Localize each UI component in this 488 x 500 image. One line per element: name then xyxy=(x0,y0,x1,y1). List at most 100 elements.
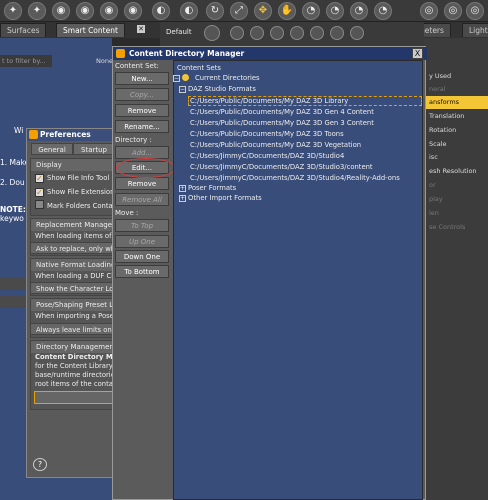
param-item[interactable]: or xyxy=(424,179,488,192)
move-icon[interactable]: ✥ xyxy=(254,2,272,20)
fit-icon[interactable] xyxy=(310,26,324,40)
tree-node-daz-formats[interactable]: − DAZ Studio Formats xyxy=(179,85,256,94)
param-item[interactable]: neral xyxy=(424,83,488,96)
show-file-info-checkbox[interactable]: ✓ Show File Info Tool xyxy=(30,172,120,184)
tree-dir-item[interactable]: C:/Users/JimmyC/Documents/DAZ 3D/Studio4 xyxy=(190,152,344,161)
down-one-button[interactable]: Down One xyxy=(115,250,169,263)
expand-icon[interactable]: + xyxy=(179,185,186,192)
collapse-icon[interactable]: − xyxy=(173,75,180,82)
always-leave-select[interactable]: Always leave limits on xyxy=(30,323,120,335)
root-items-text: root items of the contain xyxy=(35,380,120,388)
to-bottom-button[interactable]: To Bottom xyxy=(115,265,169,278)
param-item[interactable]: Translation xyxy=(424,110,488,123)
tool-icon[interactable]: ◉ xyxy=(76,2,94,20)
copy-set-button[interactable]: Copy... xyxy=(115,88,169,101)
tool-icon[interactable]: ◔ xyxy=(302,2,320,20)
tree-dir-item[interactable]: C:/Users/JimmyC/Documents/DAZ 3D/Studio4… xyxy=(190,174,400,183)
show-file-ext-checkbox[interactable]: ✓ Show File Extension xyxy=(30,186,120,198)
rotate-icon[interactable]: ↻ xyxy=(206,2,224,20)
remove-directory-button[interactable]: Remove xyxy=(115,177,169,190)
tool-icon[interactable]: ◉ xyxy=(100,2,118,20)
tool-icon[interactable]: ◎ xyxy=(420,2,438,20)
home-icon[interactable] xyxy=(330,26,344,40)
tree-dir-item[interactable]: C:/Users/Public/Documents/My DAZ 3D Toon… xyxy=(190,130,344,139)
tab-surfaces[interactable]: Surfaces xyxy=(0,23,47,37)
scale-icon[interactable]: ⤢ xyxy=(230,2,248,20)
tree-dir-item[interactable]: C:/Users/Public/Documents/My DAZ 3D Libr… xyxy=(190,97,348,106)
active-set-icon xyxy=(182,74,189,81)
up-one-button[interactable]: Up One xyxy=(115,235,169,248)
tree-node-label: Other Import Formats xyxy=(188,194,262,202)
show-file-info-label: Show File Info Tool xyxy=(47,174,110,182)
checkbox-icon xyxy=(35,200,44,209)
tool-icon[interactable]: ✦ xyxy=(28,2,46,20)
when-importing-pose-text: When importing a Pose/S xyxy=(35,312,120,320)
close-tab-icon[interactable]: ✕ xyxy=(137,25,145,33)
note-label: NOTE: xyxy=(0,205,26,214)
help-icon[interactable]: ? xyxy=(33,458,47,471)
tool-icon[interactable]: ◉ xyxy=(124,2,142,20)
tool-icon[interactable]: ◎ xyxy=(444,2,462,20)
param-item[interactable]: esh Resolution xyxy=(424,165,488,178)
tool-icon[interactable]: ✦ xyxy=(4,2,22,20)
when-loading-duf-text: When loading a DUF Ch xyxy=(35,272,116,280)
expand-icon[interactable]: + xyxy=(179,195,186,202)
param-item-transforms[interactable]: ansforms xyxy=(424,96,488,109)
add-directory-button[interactable]: Add... xyxy=(115,146,169,159)
tree-node-poser-formats[interactable]: + Poser Formats xyxy=(179,184,236,193)
pan-icon[interactable] xyxy=(230,26,244,40)
keyword-text: keywo xyxy=(0,214,24,223)
new-set-button[interactable]: New... xyxy=(115,72,169,85)
param-item[interactable]: isc xyxy=(424,151,488,164)
param-item[interactable]: Rotation xyxy=(424,124,488,137)
tool-icon[interactable]: ✋ xyxy=(278,2,296,20)
zoom-icon[interactable] xyxy=(270,26,284,40)
param-item[interactable]: len xyxy=(424,207,488,220)
checkmark-icon: ✓ xyxy=(35,188,44,197)
cdm-title-text: Content Directory Manager xyxy=(129,49,245,58)
orbit-icon[interactable] xyxy=(250,26,264,40)
cdm-open-button[interactable] xyxy=(34,391,118,404)
close-icon[interactable]: X xyxy=(412,48,423,59)
view-icon[interactable] xyxy=(204,25,220,41)
tree-node-other-formats[interactable]: + Other Import Formats xyxy=(179,194,262,203)
remove-set-button[interactable]: Remove xyxy=(115,104,169,117)
tool-icon[interactable]: ◐ xyxy=(180,2,198,20)
filter-input[interactable]: t to filter by... xyxy=(0,55,52,67)
ask-replace-select[interactable]: Ask to replace, only wh xyxy=(30,242,120,254)
collapse-icon[interactable]: − xyxy=(179,86,186,93)
tool-icon[interactable]: ◉ xyxy=(52,2,70,20)
cdm-title-bar: Content Directory Manager xyxy=(113,47,427,60)
tool-icon[interactable]: ◐ xyxy=(152,2,170,20)
up-icon[interactable] xyxy=(350,26,364,40)
tree-dir-item[interactable]: C:/Users/Public/Documents/My DAZ 3D Vege… xyxy=(190,141,361,150)
tool-icon[interactable]: ◎ xyxy=(466,2,484,20)
param-item[interactable]: Scale xyxy=(424,138,488,151)
tool-icon[interactable]: ◔ xyxy=(326,2,344,20)
tab-smart-content[interactable]: Smart Content xyxy=(56,23,125,37)
param-item[interactable]: y Used xyxy=(424,70,488,83)
param-item[interactable]: play xyxy=(424,193,488,206)
mark-folders-checkbox[interactable]: Mark Folders Conta xyxy=(30,200,120,212)
tool-icon[interactable]: ◔ xyxy=(374,2,392,20)
none-label: None xyxy=(96,57,113,65)
checkmark-icon: ✓ xyxy=(35,174,44,183)
tree-dir-item[interactable]: C:/Users/Public/Documents/My DAZ 3D Gen … xyxy=(190,119,374,128)
tree-dir-item[interactable]: C:/Users/JimmyC/Documents/DAZ 3D/Studio3… xyxy=(190,163,373,172)
to-top-button[interactable]: To Top xyxy=(115,219,169,232)
remove-all-button[interactable]: Remove All xyxy=(115,193,169,206)
tree-dir-item[interactable]: C:/Users/Public/Documents/My DAZ 3D Gen … xyxy=(190,108,374,117)
tab-general[interactable]: General xyxy=(31,143,73,155)
left-bar xyxy=(0,296,26,308)
camera-label[interactable]: Default xyxy=(166,28,192,36)
rename-set-button[interactable]: Rename... xyxy=(115,120,169,133)
tab-lights[interactable]: Light xyxy=(462,23,488,37)
tree-node-current[interactable]: − Current Directories xyxy=(173,74,260,83)
wi-label: Wi xyxy=(14,126,24,135)
frame-icon[interactable] xyxy=(290,26,304,40)
tab-startup[interactable]: Startup xyxy=(73,143,115,155)
tool-icon[interactable]: ◔ xyxy=(350,2,368,20)
param-item[interactable]: se Controls xyxy=(424,221,488,234)
show-char-lo-select[interactable]: Show the Character Lo xyxy=(30,282,120,294)
viewport-toolbar: Default xyxy=(160,22,424,46)
